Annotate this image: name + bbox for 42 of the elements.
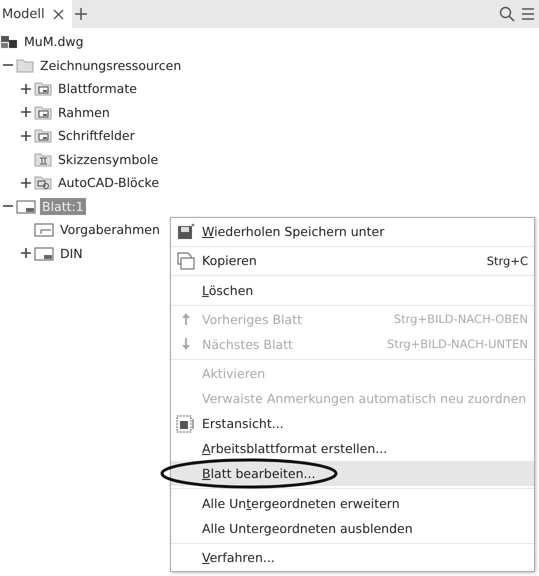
expand-icon[interactable] xyxy=(21,130,31,141)
folder-icon xyxy=(34,81,52,96)
folder-icon xyxy=(34,175,52,190)
tree-item[interactable]: Skizzensymbole xyxy=(56,150,160,168)
search-icon[interactable] xyxy=(499,6,515,22)
drawing-file-icon xyxy=(0,34,18,49)
folder-icon xyxy=(16,58,34,73)
close-icon[interactable] xyxy=(52,8,64,20)
tree-item[interactable]: AutoCAD-Blöcke xyxy=(56,174,162,192)
copy-icon xyxy=(177,252,195,270)
tree-item[interactable]: DIN xyxy=(58,244,85,262)
save-icon xyxy=(177,222,195,240)
tree-item[interactable]: Rahmen xyxy=(56,104,112,121)
arrow-up-icon xyxy=(181,312,191,326)
menu-item[interactable]: Alle Untergeordneten ausblenden xyxy=(171,516,534,541)
tab[interactable]: Modell xyxy=(0,0,72,28)
tree-item[interactable]: Schriftfelder xyxy=(56,127,137,144)
folder-icon xyxy=(34,152,52,167)
tree-item[interactable]: MuM.dwg xyxy=(22,33,86,50)
tree-item[interactable]: Zeichnungsressourcen xyxy=(38,56,184,74)
menu-item[interactable]: Alle Untergeordneten erweitern xyxy=(171,490,534,516)
sheet-icon xyxy=(34,246,54,261)
menu-item[interactable]: Arbeitsblattformat erstellen... xyxy=(171,436,534,462)
menu-item[interactable]: Erstansicht... xyxy=(171,411,534,436)
tree-item[interactable]: Blattformate xyxy=(56,80,139,98)
folder-icon xyxy=(34,104,52,120)
menu-item[interactable]: Löschen xyxy=(171,278,534,303)
expand-icon[interactable] xyxy=(21,107,31,118)
menu-item[interactable]: Kopieren Strg+C xyxy=(171,248,534,274)
menu-item[interactable]: Verfahren... xyxy=(171,544,534,570)
expand-icon[interactable] xyxy=(21,84,31,94)
frame-icon xyxy=(34,222,54,238)
menu-item[interactable]: Wiederholen Speichern unter xyxy=(171,219,534,244)
view-icon xyxy=(176,414,196,433)
expand-icon[interactable] xyxy=(21,248,31,258)
folder-icon xyxy=(34,128,52,144)
arrow-down-icon xyxy=(181,337,191,352)
menu-icon[interactable] xyxy=(521,7,535,21)
menu-item[interactable]: Blatt bearbeiten... xyxy=(171,461,534,486)
expand-icon[interactable] xyxy=(21,178,31,188)
tree-item[interactable]: Vorgaberahmen xyxy=(58,221,162,238)
sheet-icon xyxy=(16,198,36,214)
